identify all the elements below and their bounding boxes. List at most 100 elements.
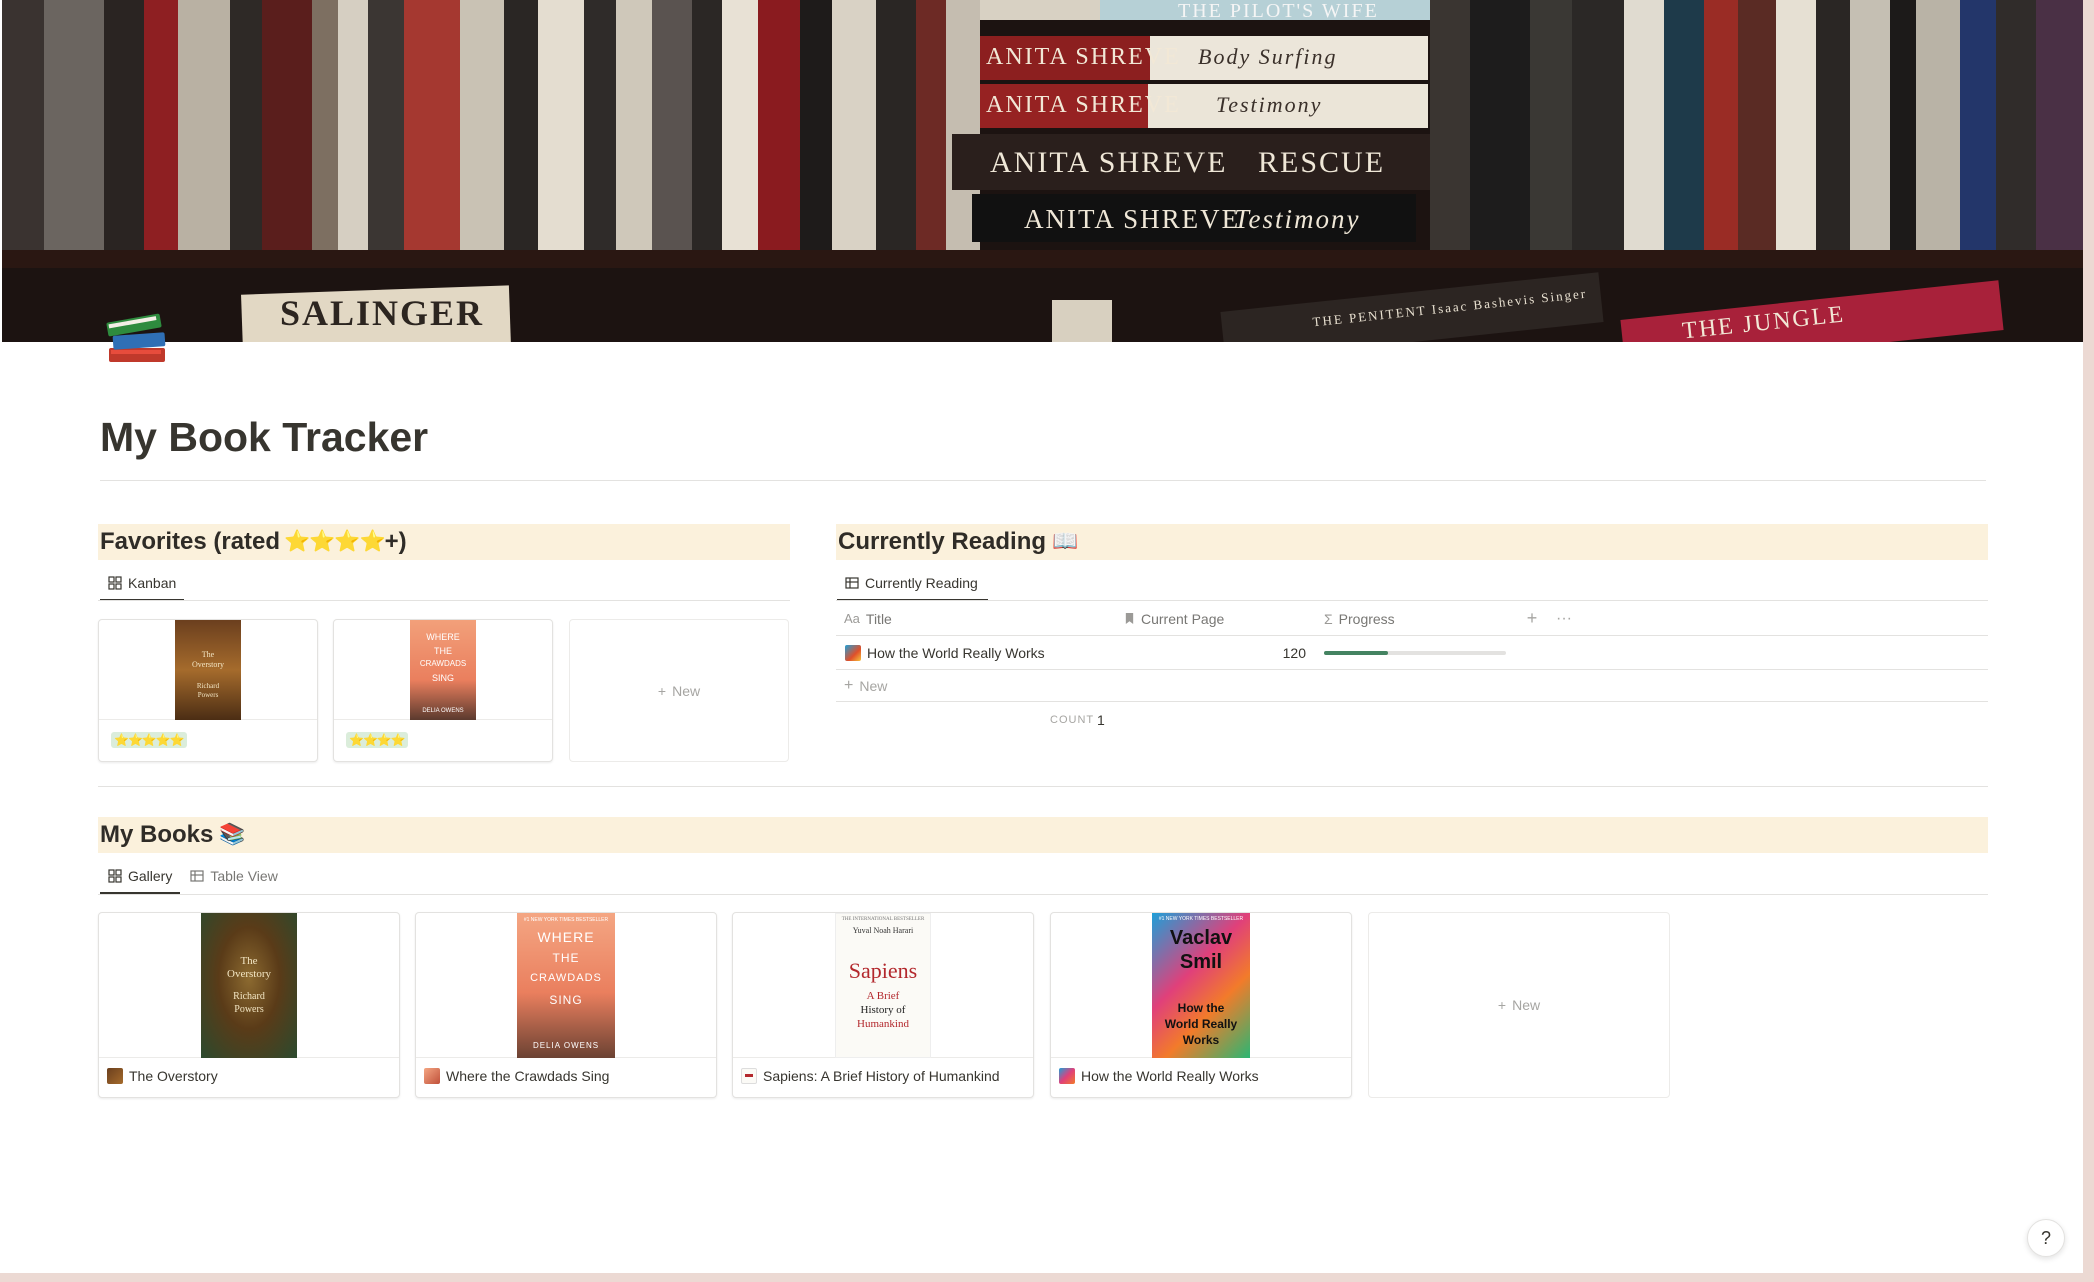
progress-bar xyxy=(1324,651,1506,655)
count-label: COUNT xyxy=(1050,714,1095,726)
favorites-heading-stars: ⭐⭐⭐⭐ xyxy=(284,530,386,553)
cover-text: How the xyxy=(1177,1000,1225,1015)
plus-icon: + xyxy=(657,682,667,699)
cover-text: Smil xyxy=(1179,950,1223,973)
page: ANITA SHREVE Body Surfing ANITA SHREVE T… xyxy=(0,0,2083,1273)
currently-reading-tab-divider xyxy=(836,600,1988,601)
cover-text: History of xyxy=(860,1003,906,1016)
new-row-button[interactable]: + New xyxy=(836,671,1988,702)
new-label: New xyxy=(672,682,701,699)
tab-kanban-label: Kanban xyxy=(128,575,177,591)
currently-reading-heading[interactable]: Currently Reading 📖 xyxy=(836,524,1988,560)
column-header-title[interactable]: Aa Title xyxy=(836,602,1116,635)
cover-spine-text: ANITA SHREVE xyxy=(990,146,1228,179)
open-book-icon: 📖 xyxy=(1052,530,1079,553)
cover-text: #1 NEW YORK TIMES BESTSELLER xyxy=(1158,915,1244,922)
favorite-card[interactable]: The Overstory Richard Powers ⭐⭐⭐⭐⭐ xyxy=(98,619,318,762)
favorites-heading-suffix: +) xyxy=(384,528,407,555)
book-cover-image: The Overstory Richard Powers xyxy=(175,620,241,720)
gallery-card[interactable]: #1 NEW YORK TIMES BESTSELLER Vaclav Smil… xyxy=(1050,912,1352,1098)
tab-kanban[interactable]: Kanban xyxy=(100,566,185,601)
board-icon xyxy=(108,576,122,590)
book-cover-image: The Overstory Richard Powers xyxy=(201,913,297,1058)
table-header: Aa Title Current Page Σ Progress + ··· xyxy=(836,602,1988,636)
gallery-card[interactable]: THE INTERNATIONAL BESTSELLER Yuval Noah … xyxy=(732,912,1034,1098)
book-cover-image: THE INTERNATIONAL BESTSELLER Yuval Noah … xyxy=(835,913,931,1058)
cover-spine-text: ANITA SHREVE xyxy=(986,44,1181,70)
new-label: New xyxy=(1512,997,1541,1013)
cover-text: The xyxy=(201,649,215,659)
books-emoji-icon[interactable] xyxy=(103,300,175,372)
cover-text: SING xyxy=(431,672,454,683)
my-books-heading[interactable]: My Books 📚 xyxy=(98,817,1988,853)
table-row[interactable]: How the World Really Works 120 xyxy=(836,637,1988,670)
cover-text: #1 NEW YORK TIMES BESTSELLER xyxy=(523,916,609,923)
cover-text: Yuval Noah Harari xyxy=(852,925,914,935)
card-title: The Overstory xyxy=(107,1068,218,1084)
book-thumbnail-icon xyxy=(741,1068,757,1084)
cover-text: THE xyxy=(434,645,452,656)
gallery-card[interactable]: The Overstory Richard Powers The Oversto… xyxy=(98,912,400,1098)
card-preview: The Overstory Richard Powers xyxy=(99,913,399,1058)
cover-text: CRAWDADS xyxy=(419,658,467,668)
cover-text: THE xyxy=(552,950,580,965)
book-title: How the World Really Works xyxy=(1081,1068,1259,1084)
books-emoji-icon: 📚 xyxy=(219,823,246,846)
column-title-label: Title xyxy=(865,610,892,627)
more-options-icon[interactable]: ··· xyxy=(1548,602,1580,635)
cover-text: Vaclav xyxy=(1169,926,1233,949)
currently-reading-tabs: Currently Reading xyxy=(837,566,988,601)
card-preview: #1 NEW YORK TIMES BESTSELLER WHERE THE C… xyxy=(416,913,716,1058)
cell-progress[interactable] xyxy=(1316,637,1516,669)
cover-text: WHERE xyxy=(537,928,595,945)
cover-text: DELIA OWENS xyxy=(422,707,464,714)
help-button[interactable]: ? xyxy=(2027,1219,2065,1257)
tab-currently-reading[interactable]: Currently Reading xyxy=(837,566,988,601)
tab-table-view[interactable]: Table View xyxy=(182,859,285,893)
cover-spine-text: THE PILOT'S WIFE xyxy=(1178,0,1379,22)
column-header-current-page[interactable]: Current Page xyxy=(1116,602,1316,635)
rating-tag: ⭐⭐⭐⭐ xyxy=(346,732,408,748)
book-thumbnail-icon xyxy=(107,1068,123,1084)
cover-spine-text: RESCUE xyxy=(1258,146,1386,179)
book-cover-image: #1 NEW YORK TIMES BESTSELLER Vaclav Smil… xyxy=(1152,913,1250,1058)
card-title: Where the Crawdads Sing xyxy=(424,1068,609,1084)
current-page-value: 120 xyxy=(1282,645,1306,661)
new-card-button[interactable]: + New xyxy=(1368,912,1670,1098)
cell-title[interactable]: How the World Really Works xyxy=(836,637,1116,669)
add-property-button[interactable]: + xyxy=(1516,602,1548,635)
cell-current-page[interactable]: 120 xyxy=(1116,637,1316,669)
cover-text: Overstory xyxy=(227,967,271,980)
gallery-card[interactable]: #1 NEW YORK TIMES BESTSELLER WHERE THE C… xyxy=(415,912,717,1098)
cover-text: WHERE xyxy=(426,631,460,642)
tab-gallery[interactable]: Gallery xyxy=(100,859,181,894)
gallery-icon xyxy=(108,869,122,883)
cover-text: Powers xyxy=(234,1003,264,1015)
plus-icon: + xyxy=(844,677,854,694)
cover-spine-text: SALINGER xyxy=(280,293,485,333)
page-title[interactable]: My Book Tracker xyxy=(100,414,428,461)
card-title: Sapiens: A Brief History of Humankind xyxy=(741,1068,1000,1084)
section-divider xyxy=(98,786,1988,787)
cover-text: World Really xyxy=(1164,1016,1238,1031)
column-header-progress[interactable]: Σ Progress xyxy=(1316,602,1516,635)
cover-spine-text: ANITA SHREVE xyxy=(1024,204,1241,234)
table-icon xyxy=(845,577,859,589)
count-value: 1 xyxy=(1097,712,1105,728)
book-title: Where the Crawdads Sing xyxy=(446,1068,610,1084)
book-thumbnail-icon xyxy=(1059,1068,1075,1084)
favorites-heading-text: Favorites (rated xyxy=(100,528,281,555)
cover-image[interactable]: ANITA SHREVE Body Surfing ANITA SHREVE T… xyxy=(2,0,2083,342)
book-thumbnail-icon xyxy=(845,645,861,661)
favorites-tabs: Kanban xyxy=(100,566,185,601)
currently-reading-heading-text: Currently Reading xyxy=(838,528,1047,555)
favorites-heading[interactable]: Favorites (rated ⭐⭐⭐⭐ +) xyxy=(98,524,790,560)
favorite-card[interactable]: WHERE THE CRAWDADS SING DELIA OWENS ⭐⭐⭐⭐ xyxy=(333,619,553,762)
new-label: New xyxy=(859,678,888,694)
cover-text: The xyxy=(240,954,258,967)
tab-currently-reading-label: Currently Reading xyxy=(865,575,978,591)
cover-text: A Brief xyxy=(866,989,900,1002)
new-card-button[interactable]: + New xyxy=(569,619,789,762)
cover-text: Overstory xyxy=(192,659,224,669)
my-books-heading-text: My Books xyxy=(100,821,214,848)
